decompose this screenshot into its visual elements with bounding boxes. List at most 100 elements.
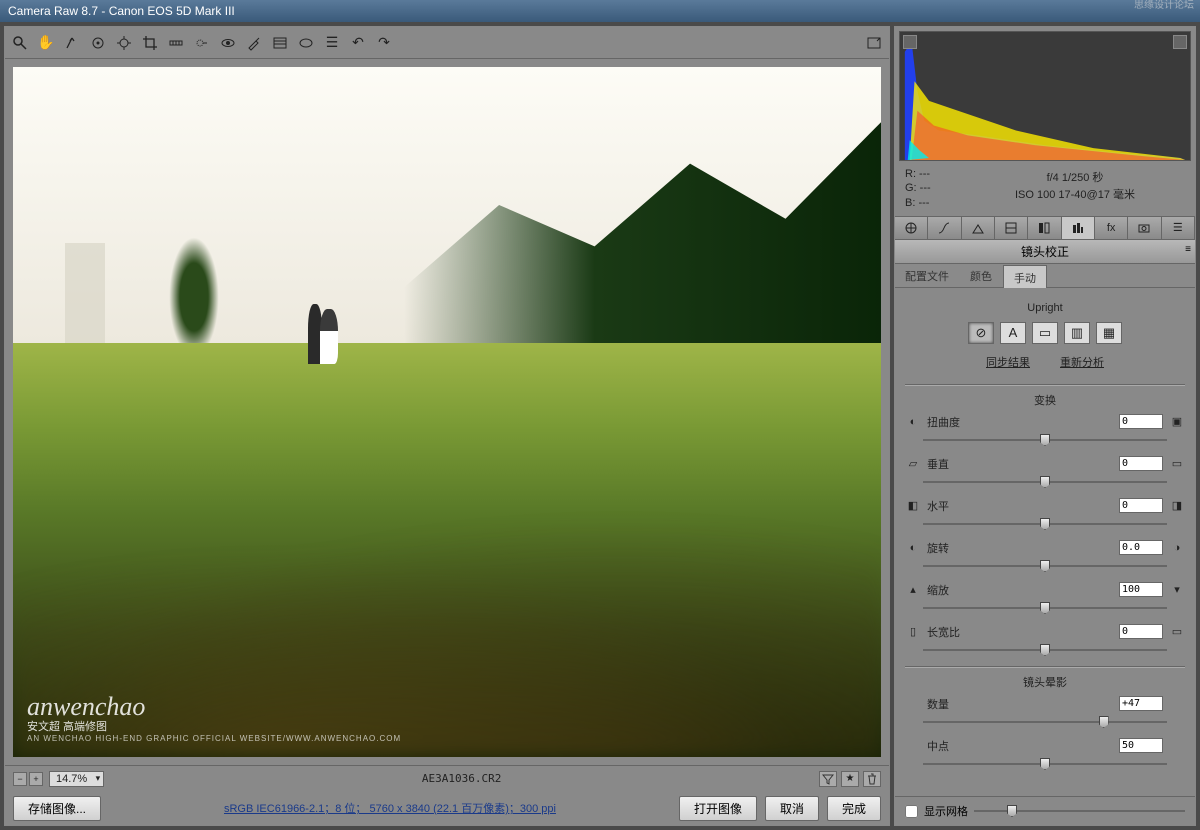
filter-icon[interactable]: [819, 771, 837, 787]
tab-basic[interactable]: [895, 217, 928, 239]
preview-panel: ✋ ☰ ↶ ↷: [4, 26, 890, 826]
b-value: B: ---: [905, 196, 965, 210]
exif-iso-lens: ISO 100 17-40@17 毫米: [965, 187, 1185, 204]
adjustments-panel: R: --- G: --- B: --- f/4 1/250 秒 ISO 100…: [894, 26, 1196, 826]
histogram[interactable]: [899, 31, 1191, 161]
vignette-midpoint-input[interactable]: [1119, 738, 1163, 753]
rotate-cw-icon[interactable]: ↷: [375, 34, 393, 52]
upright-level-button[interactable]: ▭: [1032, 322, 1058, 344]
straighten-icon[interactable]: [167, 34, 185, 52]
distortion-slider[interactable]: [923, 432, 1167, 448]
scale-label: 缩放: [927, 582, 977, 598]
rotation-input[interactable]: [1119, 540, 1163, 555]
upright-off-button[interactable]: ⊘: [968, 322, 994, 344]
rotation-label: 旋转: [927, 540, 977, 556]
white-balance-icon[interactable]: [63, 34, 81, 52]
vertical-input[interactable]: [1119, 456, 1163, 471]
distortion-input[interactable]: [1119, 414, 1163, 429]
highlight-clip-icon[interactable]: [1173, 35, 1187, 49]
scale-icon-right: ▾: [1169, 582, 1185, 598]
subtab-color[interactable]: 颜色: [960, 264, 1003, 287]
vertical-icon-right: ▭: [1169, 456, 1185, 472]
adjustment-brush-icon[interactable]: [245, 34, 263, 52]
corner-watermark: 思缘设计论坛: [1134, 0, 1194, 12]
tab-presets[interactable]: ☰: [1162, 217, 1195, 239]
rotate-ccw-icon[interactable]: ↶: [349, 34, 367, 52]
vignette-midpoint-slider[interactable]: [923, 756, 1167, 772]
aspect-input[interactable]: [1119, 624, 1163, 639]
upright-auto-button[interactable]: A: [1000, 322, 1026, 344]
r-value: R: ---: [905, 167, 965, 181]
zoom-in-button[interactable]: +: [29, 772, 43, 786]
shadow-clip-icon[interactable]: [903, 35, 917, 49]
vignette-amount-slider[interactable]: [923, 714, 1167, 730]
distortion-icon-right: ▣: [1169, 414, 1185, 430]
upright-vertical-button[interactable]: ▥: [1064, 322, 1090, 344]
toolbar: ✋ ☰ ↶ ↷: [5, 27, 889, 59]
show-grid-row: 显示网格: [895, 796, 1195, 825]
trash-icon[interactable]: [863, 771, 881, 787]
toggle-preview-icon[interactable]: [865, 34, 883, 52]
hand-tool-icon[interactable]: ✋: [37, 34, 55, 52]
adjustment-tabs: fx ☰: [895, 216, 1195, 240]
radial-filter-icon[interactable]: [297, 34, 315, 52]
grid-size-slider[interactable]: [974, 804, 1185, 818]
zoom-out-button[interactable]: −: [13, 772, 27, 786]
upright-full-button[interactable]: ▦: [1096, 322, 1122, 344]
scale-input[interactable]: [1119, 582, 1163, 597]
upright-title: Upright: [905, 302, 1185, 314]
panel-title: 镜头校正 ≡: [895, 240, 1195, 264]
horizontal-icon-left: ◧: [905, 498, 921, 514]
graduated-filter-icon[interactable]: [271, 34, 289, 52]
scale-icon-left: ▴: [905, 582, 921, 598]
tab-detail[interactable]: [962, 217, 995, 239]
tab-split[interactable]: [1028, 217, 1061, 239]
horizontal-slider[interactable]: [923, 516, 1167, 532]
sync-results-link[interactable]: 同步结果: [986, 354, 1030, 370]
subtab-manual[interactable]: 手动: [1003, 265, 1047, 288]
red-eye-icon[interactable]: [219, 34, 237, 52]
lens-subtabs: 配置文件 颜色 手动: [895, 264, 1195, 288]
vertical-icon-left: ▱: [905, 456, 921, 472]
cancel-button[interactable]: 取消: [765, 796, 819, 821]
tab-curve[interactable]: [928, 217, 961, 239]
horizontal-input[interactable]: [1119, 498, 1163, 513]
tab-lens[interactable]: [1062, 217, 1095, 239]
preferences-icon[interactable]: ☰: [323, 34, 341, 52]
spot-removal-icon[interactable]: [193, 34, 211, 52]
rotation-slider[interactable]: [923, 558, 1167, 574]
aspect-icon-right: ▭: [1169, 624, 1185, 640]
vignette-title: 镜头晕影: [905, 674, 1185, 690]
save-image-button[interactable]: 存储图像...: [13, 796, 101, 821]
filename-label: AE3A1036.CR2: [104, 772, 819, 785]
tab-hsl[interactable]: [995, 217, 1028, 239]
rating-icon[interactable]: ★: [841, 771, 859, 787]
aspect-slider[interactable]: [923, 642, 1167, 658]
footer-bar: 存储图像... sRGB IEC61966-2.1；8 位； 5760 x 38…: [5, 791, 889, 825]
vignette-amount-input[interactable]: [1119, 696, 1163, 711]
zoom-tool-icon[interactable]: [11, 34, 29, 52]
workflow-options-link[interactable]: sRGB IEC61966-2.1；8 位； 5760 x 3840 (22.1…: [224, 803, 556, 815]
vignette-midpoint-icon-left: [905, 738, 921, 754]
targeted-adjust-icon[interactable]: [115, 34, 133, 52]
done-button[interactable]: 完成: [827, 796, 881, 821]
subtab-profile[interactable]: 配置文件: [895, 264, 960, 287]
aspect-label: 长宽比: [927, 624, 977, 640]
show-grid-checkbox[interactable]: [905, 805, 918, 818]
tab-camera[interactable]: [1128, 217, 1161, 239]
open-image-button[interactable]: 打开图像: [679, 796, 757, 821]
scale-slider[interactable]: [923, 600, 1167, 616]
crop-tool-icon[interactable]: [141, 34, 159, 52]
color-sampler-icon[interactable]: [89, 34, 107, 52]
panel-menu-icon[interactable]: ≡: [1185, 244, 1191, 255]
reanalyze-link[interactable]: 重新分析: [1060, 354, 1104, 370]
zoom-level-select[interactable]: 14.7%: [49, 771, 104, 787]
show-grid-label: 显示网格: [924, 803, 968, 819]
image-viewer[interactable]: anwenchao 安文超 高端修图 AN WENCHAO HIGH-END G…: [5, 59, 889, 765]
title-bar: Camera Raw 8.7 - Canon EOS 5D Mark III 思…: [0, 0, 1200, 22]
tab-effects[interactable]: fx: [1095, 217, 1128, 239]
distortion-icon-left: ◐: [905, 414, 921, 430]
vertical-label: 垂直: [927, 456, 977, 472]
vertical-slider[interactable]: [923, 474, 1167, 490]
g-value: G: ---: [905, 181, 965, 195]
